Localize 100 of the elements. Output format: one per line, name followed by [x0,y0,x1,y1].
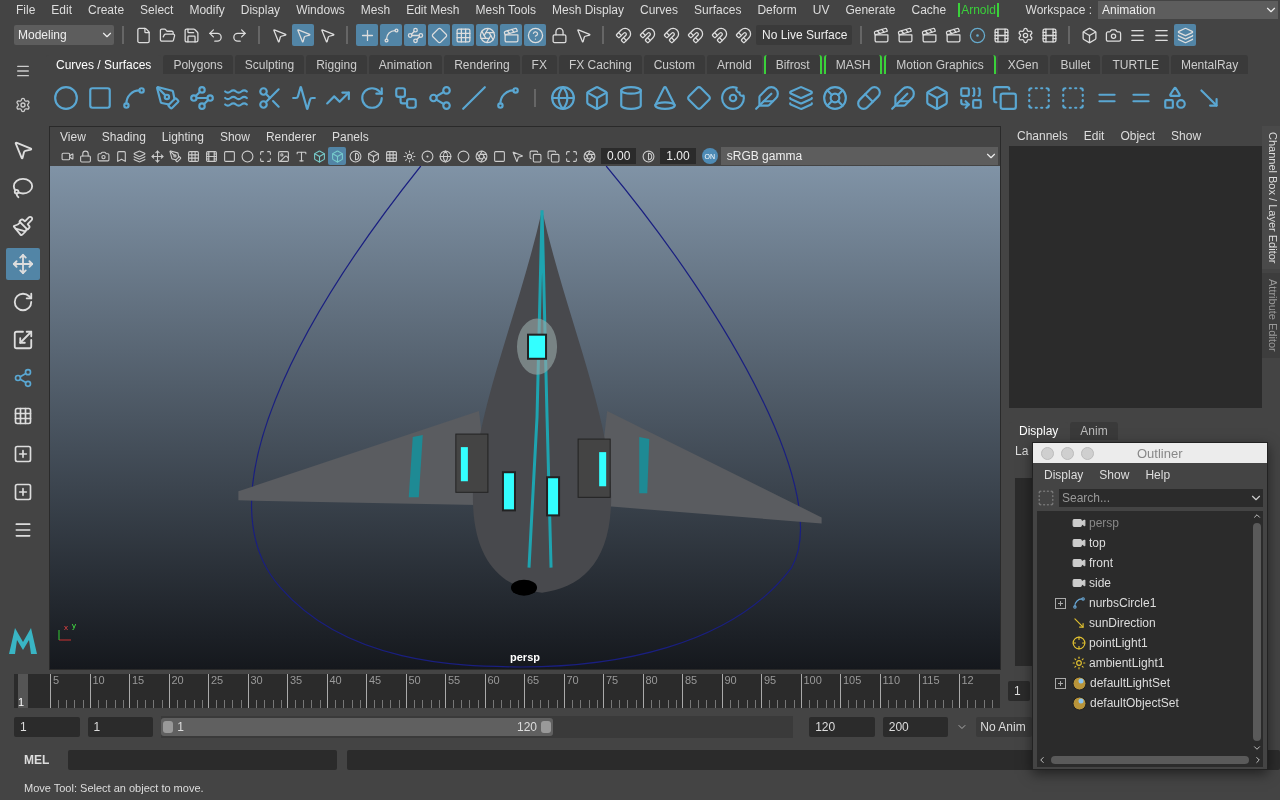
menu-item[interactable]: Edit Mesh [398,3,468,17]
start-field[interactable]: 1 [14,717,80,737]
command-input[interactable] [67,750,338,770]
panel-menu-item[interactable]: Show [211,129,258,144]
outliner-item[interactable]: front [1037,553,1251,573]
menu-item[interactable]: Curves [632,3,687,17]
shelf-tab[interactable]: FX Caching [558,55,642,74]
menu-item[interactable]: Mesh Tools [467,3,544,17]
command-language-label[interactable]: MEL [24,753,58,767]
sphere-icon[interactable] [549,83,576,113]
expand-icon[interactable] [1055,597,1066,609]
menu-item[interactable]: Mesh Display [544,3,633,17]
menu-item[interactable]: File [8,3,44,17]
panel-menu-item[interactable]: View [52,129,94,144]
range-handle[interactable] [541,721,551,733]
outliner-item[interactable]: defaultLightSet [1037,673,1251,693]
cone-icon[interactable] [651,83,678,113]
scroll-bar[interactable] [1251,511,1263,753]
contrast-icon[interactable] [346,147,364,165]
circle-icon[interactable] [238,147,256,165]
menu-item[interactable]: Display [232,3,289,17]
shelf-tab[interactable]: TURTLE [1102,55,1169,74]
menu-item[interactable]: Modify [181,3,233,17]
circle-icon[interactable] [52,83,79,113]
select-mode-icon[interactable] [292,24,314,46]
search-field[interactable]: Search... [1059,489,1263,507]
menu-icon[interactable] [15,63,31,79]
workspace-dropdown[interactable]: Animation [1098,1,1278,19]
anim-layer-field[interactable]: No Anim [976,717,1032,737]
shelf-tab[interactable]: MentalRay [1170,55,1249,74]
panel-menu-item[interactable]: Lighting [153,129,212,144]
outliner-item[interactable]: pointLight1 [1037,633,1251,653]
settings-icon[interactable] [15,97,31,113]
shelf-tab[interactable]: Animation [368,55,443,74]
current-frame-field[interactable]: 1 [1008,681,1030,701]
expand-icon[interactable] [1055,677,1066,689]
color-space-dropdown[interactable]: sRGB gamma [720,147,998,165]
outliner-item[interactable]: ambientLight1 [1037,653,1251,673]
playback-start-field[interactable]: 1 [87,717,154,737]
shelf-tab[interactable]: XGen [997,55,1049,74]
shelf-tab[interactable]: FX [521,55,557,74]
outliner-menu-item[interactable]: Help [1137,468,1179,482]
menu-item[interactable]: Cache [903,3,955,17]
shelf-tab[interactable]: Custom [643,55,705,74]
current-frame-marker[interactable]: 1 [18,674,28,708]
pen-icon[interactable] [166,147,184,165]
channel-menu-item[interactable]: Edit [1075,129,1113,143]
gamma-field[interactable]: 1.00 [660,148,696,164]
editor-tab[interactable]: Anim [1070,422,1118,440]
move-tool-icon[interactable] [6,248,40,280]
shelf-tab[interactable]: Polygons [163,55,233,74]
outliner-item[interactable]: side [1037,573,1251,593]
ring-icon[interactable] [821,83,848,113]
copy-icon[interactable] [526,147,544,165]
outliner-item[interactable]: sunDirection [1037,613,1251,633]
menu-item[interactable]: Generate [837,3,904,17]
panel-menu-item[interactable]: Panels [323,129,377,144]
range-handle[interactable] [163,721,174,733]
channel-menu-item[interactable]: Show [1163,129,1210,143]
shelf-tab[interactable]: Sculpting [234,55,305,74]
time-slider[interactable]: 1 5 10 15 20 25 30 35 40 45 50 55 60 65 70 75 80 85 90 95 100 105 110 115 12 [14,674,1000,708]
live-surface-field[interactable]: No Live Surface [756,25,852,45]
side-tab[interactable]: Channel Box / Layer Editor [1262,126,1280,270]
aperture-icon[interactable] [580,147,598,165]
menu-item[interactable]: Deform [749,3,805,17]
panel-menu-item[interactable]: Renderer [257,129,324,144]
shelf-tab[interactable]: Bifrost [763,55,822,74]
cube-icon[interactable] [923,83,950,113]
shelf-tab[interactable]: Rendering [444,55,520,74]
menu-item[interactable]: UV [804,3,838,17]
slash-icon[interactable] [460,83,487,113]
outliner-item[interactable]: top [1037,533,1251,553]
outliner-menu-item[interactable]: Show [1091,468,1138,482]
sphere-icon[interactable] [436,147,454,165]
menu-item[interactable]: Create [80,3,133,17]
layers-icon[interactable] [130,147,148,165]
aperture-icon[interactable] [472,147,490,165]
panel-menu-item[interactable]: Shading [93,129,154,144]
outliner-item[interactable]: nurbsCircle1 [1037,593,1251,613]
shelf-tab[interactable]: Bullet [1050,55,1101,74]
pen-icon[interactable] [154,83,181,113]
outliner-item[interactable]: defaultObjectSet [1037,693,1251,713]
torus-icon[interactable] [719,83,746,113]
diamond-icon[interactable] [685,83,712,113]
menu-item[interactable]: Surfaces [686,3,750,17]
shelf-tab[interactable]: Motion Graphics [884,55,996,74]
channel-menu-item[interactable]: Channels [1009,129,1076,143]
channel-menu-item[interactable]: Object [1112,129,1164,143]
outliner-menu-item[interactable]: Display [1036,468,1092,482]
scroll-bar[interactable] [1037,753,1263,767]
circle-icon[interactable] [454,147,472,165]
cube-icon[interactable] [583,83,610,113]
cylinder-icon[interactable] [617,83,644,113]
menu-item[interactable]: Mesh [352,3,399,17]
help-icon[interactable] [524,24,546,46]
viewport[interactable]: x y persp [50,166,1000,669]
move-icon[interactable] [148,147,166,165]
shelf-tab[interactable]: MASH [823,55,883,74]
end-field[interactable]: 200 [882,717,949,737]
shelf-tab[interactable]: Arnold [706,55,762,74]
